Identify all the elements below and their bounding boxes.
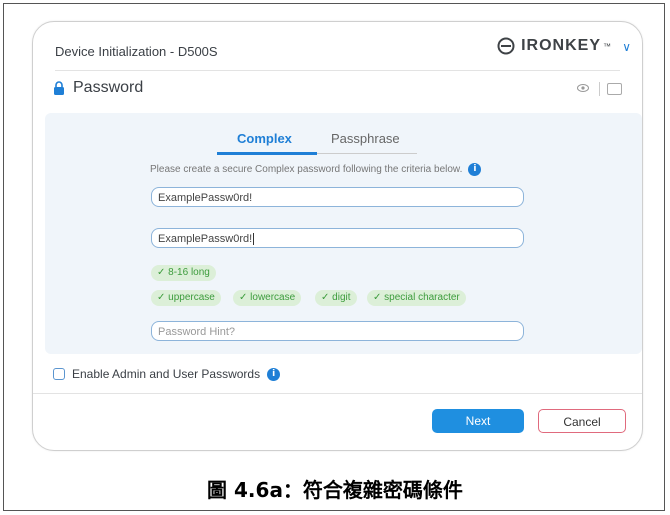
next-button[interactable]: Next [432, 409, 524, 433]
figure-caption: 圖 4.6a：符合複雜密碼條件 [207, 478, 463, 502]
lock-icon [54, 81, 64, 95]
brand-name: IRONKEY [521, 37, 601, 54]
password-hint-input[interactable]: Password Hint? [151, 321, 524, 341]
tab-active-indicator [217, 152, 317, 155]
criteria-digit: ✓ digit [315, 290, 357, 306]
enable-admin-user-option[interactable]: Enable Admin and User Passwords i [53, 367, 281, 381]
eye-icon[interactable] [577, 82, 589, 94]
criteria-length: ✓ 8-16 long [151, 265, 216, 281]
icon-separator [599, 82, 600, 96]
criteria-special-character: ✓ special character [367, 290, 466, 306]
password-type-tabs: Complex Passphrase [217, 123, 417, 155]
cancel-button[interactable]: Cancel [538, 409, 626, 433]
ironkey-logo-icon [497, 37, 515, 55]
password-heading: Password [73, 79, 144, 96]
keyboard-icon[interactable] [607, 83, 622, 95]
header-divider [55, 70, 620, 71]
brand-logo: IRONKEY ™ [497, 37, 612, 55]
confirm-password-input[interactable]: ExamplePassw0rd! [151, 228, 524, 248]
text-cursor [253, 233, 255, 246]
tab-passphrase[interactable]: Passphrase [331, 131, 400, 146]
enable-admin-user-checkbox[interactable] [53, 368, 65, 380]
criteria-uppercase: ✓ uppercase [151, 290, 221, 306]
brand-trademark: ™ [603, 41, 612, 51]
footer-divider [33, 393, 642, 394]
password-input[interactable]: ExamplePassw0rd! [151, 187, 524, 207]
instructions-text: Please create a secure Complex password … [150, 164, 463, 175]
info-icon[interactable]: i [468, 163, 482, 176]
app-window: Device Initialization - D500S IRONKEY ™ ∨… [32, 21, 643, 451]
info-icon[interactable]: i [267, 367, 281, 381]
criteria-lowercase: ✓ lowercase [233, 290, 302, 306]
chevron-down-icon[interactable]: ∨ [622, 40, 631, 54]
password-section-header: Password [53, 79, 143, 97]
window-title: Device Initialization - D500S [55, 44, 218, 59]
password-panel: Complex Passphrase Please create a secur… [45, 113, 642, 354]
confirm-password-value: ExamplePassw0rd! [158, 233, 253, 245]
enable-admin-user-label: Enable Admin and User Passwords [72, 367, 261, 381]
tab-complex[interactable]: Complex [237, 131, 292, 146]
instructions: Please create a secure Complex password … [150, 163, 482, 176]
